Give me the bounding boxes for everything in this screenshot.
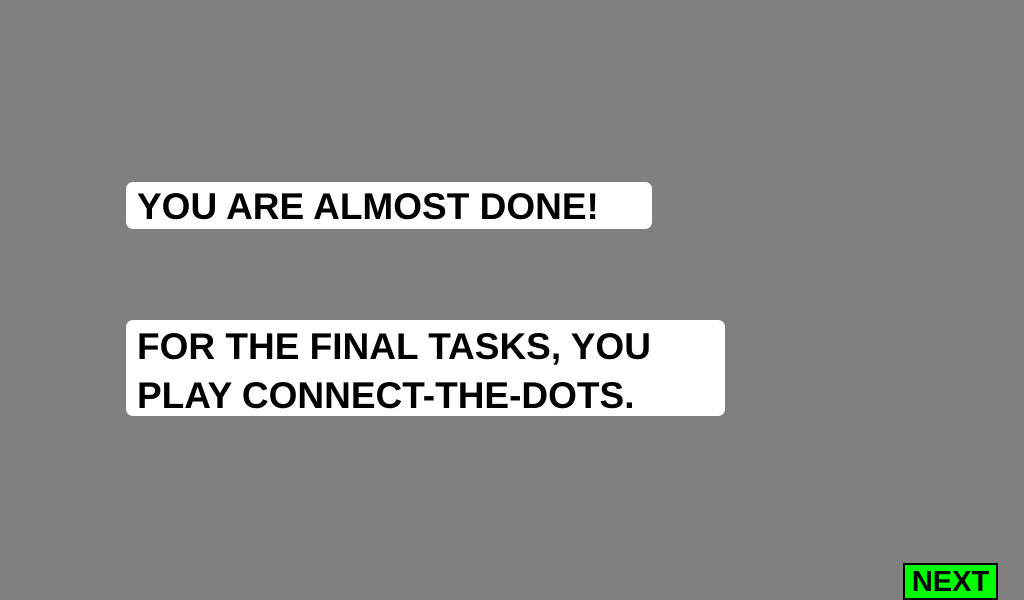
heading-text: YOU ARE ALMOST DONE! [137, 186, 599, 227]
instructions-line-1: FOR THE FINAL TASKS, YOU [137, 326, 651, 367]
almost-done-heading: YOU ARE ALMOST DONE! [126, 182, 652, 229]
instructions-line-2: PLAY CONNECT-THE-DOTS. [137, 375, 635, 416]
instructions-panel: FOR THE FINAL TASKS, YOU PLAY CONNECT-TH… [126, 320, 725, 416]
next-button[interactable]: NEXT [903, 563, 998, 600]
